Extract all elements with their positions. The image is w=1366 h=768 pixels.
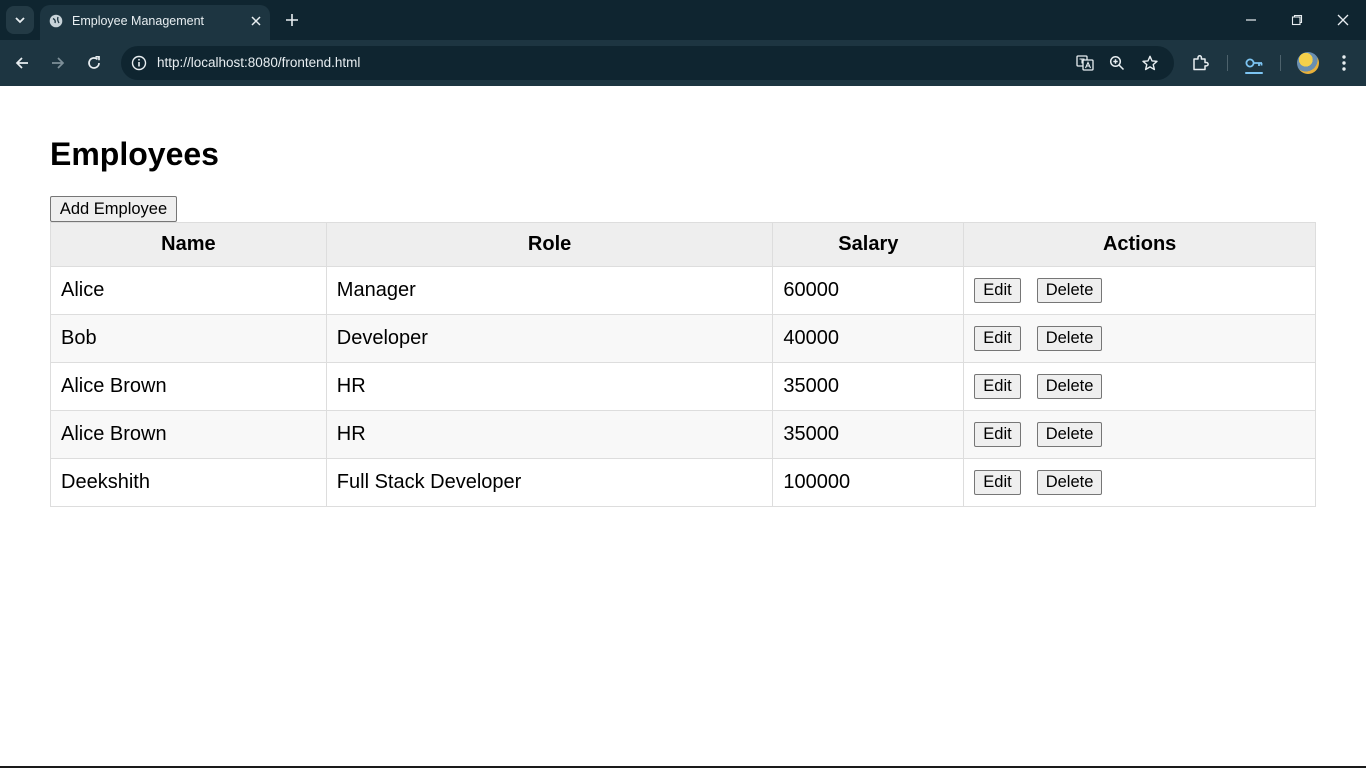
cell-name: Alice Brown xyxy=(50,362,327,411)
cell-salary: 40000 xyxy=(772,314,965,363)
column-header-actions: Actions xyxy=(963,222,1316,267)
cell-salary: 35000 xyxy=(772,410,965,459)
cell-name: Deekshith xyxy=(50,458,327,507)
site-info-button[interactable] xyxy=(129,53,149,73)
tab-search-button[interactable] xyxy=(6,6,34,34)
reload-icon xyxy=(88,55,100,69)
column-header-name: Name xyxy=(50,222,327,267)
puzzle-icon xyxy=(1193,55,1209,71)
cell-actions: Edit Delete xyxy=(963,410,1316,459)
close-icon xyxy=(1337,14,1349,26)
delete-button[interactable]: Delete xyxy=(1036,278,1103,303)
kebab-menu-icon xyxy=(1342,55,1346,71)
restore-button[interactable] xyxy=(1287,10,1307,30)
table-row: Bob Developer 40000 Edit Delete xyxy=(50,314,1316,363)
info-icon xyxy=(131,55,147,71)
delete-button[interactable]: Delete xyxy=(1036,422,1103,447)
edit-button[interactable]: Edit xyxy=(974,326,1021,351)
cell-name: Alice xyxy=(50,266,327,315)
url-text[interactable]: http://localhost:8080/frontend.html xyxy=(157,55,360,70)
minimize-icon xyxy=(1246,19,1256,21)
table-row: Alice Brown HR 35000 Edit Delete xyxy=(50,410,1316,459)
back-arrow-icon xyxy=(15,57,28,69)
cell-role: Full Stack Developer xyxy=(325,458,774,507)
close-icon xyxy=(251,16,261,26)
cell-name: Alice Brown xyxy=(50,410,327,459)
cell-role: Manager xyxy=(325,266,774,315)
forward-arrow-icon xyxy=(52,57,65,69)
restore-icon xyxy=(1291,14,1303,26)
globe-icon xyxy=(49,14,63,28)
table-row: Alice Brown HR 35000 Edit Delete xyxy=(50,362,1316,411)
close-window-button[interactable] xyxy=(1333,10,1353,30)
edit-button[interactable]: Edit xyxy=(974,278,1021,303)
browser-toolbar: http://localhost:8080/frontend.html xyxy=(0,40,1366,86)
forward-button[interactable] xyxy=(46,51,70,75)
cell-salary: 35000 xyxy=(772,362,965,411)
browser-tab-strip: Employee Management xyxy=(0,0,1366,40)
zoom-icon xyxy=(1109,55,1125,71)
cell-actions: Edit Delete xyxy=(963,458,1316,507)
page-title: Employees xyxy=(50,136,219,172)
cell-role: HR xyxy=(325,410,774,459)
minimize-button[interactable] xyxy=(1241,10,1261,30)
new-tab-button[interactable] xyxy=(282,10,302,30)
cell-role: Developer xyxy=(325,314,774,363)
star-icon xyxy=(1142,55,1158,71)
cell-salary: 100000 xyxy=(772,458,965,507)
translate-button[interactable] xyxy=(1075,53,1095,73)
toolbar-separator xyxy=(1280,55,1281,71)
delete-button[interactable]: Delete xyxy=(1036,374,1103,399)
browser-menu-button[interactable] xyxy=(1332,51,1356,75)
edit-button[interactable]: Edit xyxy=(974,470,1021,495)
plus-icon xyxy=(286,14,298,26)
cell-actions: Edit Delete xyxy=(963,314,1316,363)
employees-table: Name Role Salary Actions Alice Manager 6… xyxy=(50,222,1316,507)
column-header-salary: Salary xyxy=(772,222,965,267)
table-header-row: Name Role Salary Actions xyxy=(50,222,1316,267)
toolbar-separator xyxy=(1227,55,1228,71)
cell-actions: Edit Delete xyxy=(963,266,1316,315)
tab-close-button[interactable] xyxy=(248,13,264,29)
address-bar[interactable]: http://localhost:8080/frontend.html xyxy=(121,46,1174,80)
add-employee-button[interactable]: Add Employee xyxy=(50,196,177,222)
cell-role: HR xyxy=(325,362,774,411)
zoom-button[interactable] xyxy=(1107,53,1127,73)
delete-button[interactable]: Delete xyxy=(1036,470,1103,495)
browser-tab[interactable]: Employee Management xyxy=(40,5,270,40)
reload-button[interactable] xyxy=(82,51,106,75)
bookmark-button[interactable] xyxy=(1140,53,1160,73)
back-button[interactable] xyxy=(10,51,34,75)
page-content: Employees Add Employee Name Role Salary … xyxy=(0,86,1366,766)
cell-actions: Edit Delete xyxy=(963,362,1316,411)
cell-salary: 60000 xyxy=(772,266,965,315)
profile-avatar[interactable] xyxy=(1297,52,1319,74)
delete-button[interactable]: Delete xyxy=(1036,326,1103,351)
extensions-button[interactable] xyxy=(1188,51,1212,75)
table-row: Deekshith Full Stack Developer 100000 Ed… xyxy=(50,458,1316,507)
edit-button[interactable]: Edit xyxy=(974,374,1021,399)
active-indicator xyxy=(1245,72,1263,74)
chevron-down-icon xyxy=(15,17,25,24)
translate-icon xyxy=(1076,55,1094,71)
tab-title: Employee Management xyxy=(72,14,205,28)
edit-button[interactable]: Edit xyxy=(974,422,1021,447)
key-icon xyxy=(1245,58,1263,68)
table-row: Alice Manager 60000 Edit Delete xyxy=(50,266,1316,315)
cell-name: Bob xyxy=(50,314,327,363)
column-header-role: Role xyxy=(325,222,774,267)
